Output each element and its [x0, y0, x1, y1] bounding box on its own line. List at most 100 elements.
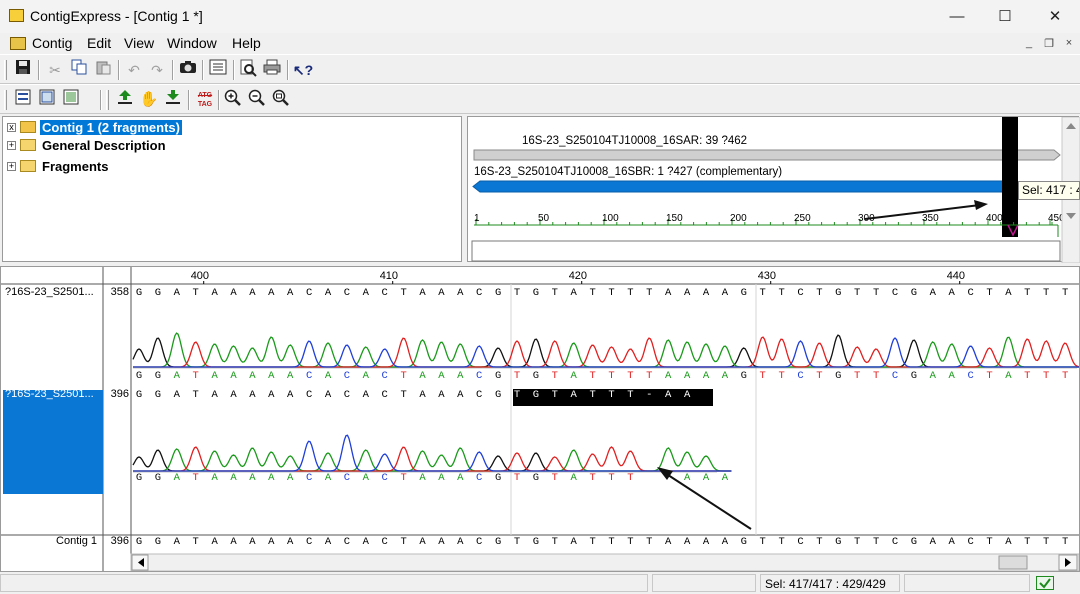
- base[interactable]: A: [174, 287, 181, 299]
- consensus-base[interactable]: G: [155, 536, 161, 548]
- called-base[interactable]: A: [230, 370, 237, 382]
- consensus-base[interactable]: A: [438, 536, 445, 548]
- base[interactable]: T: [552, 287, 558, 299]
- base[interactable]: A: [457, 287, 464, 299]
- called-base[interactable]: G: [741, 370, 747, 382]
- zoom-out-icon[interactable]: [246, 89, 268, 111]
- base[interactable]: T: [514, 389, 520, 401]
- base[interactable]: A: [438, 389, 445, 401]
- called-base[interactable]: T: [1024, 370, 1030, 382]
- consensus-base[interactable]: A: [174, 536, 181, 548]
- zoom-in-icon[interactable]: [222, 89, 244, 111]
- menu-view[interactable]: View: [124, 35, 154, 51]
- close-button[interactable]: ✕: [1032, 0, 1078, 33]
- consensus-base[interactable]: A: [930, 536, 937, 548]
- consensus-base[interactable]: T: [986, 536, 992, 548]
- called-base[interactable]: C: [306, 472, 312, 484]
- called-base[interactable]: C: [797, 370, 803, 382]
- base[interactable]: G: [155, 287, 161, 299]
- base[interactable]: T: [1062, 287, 1068, 299]
- base[interactable]: A: [268, 389, 275, 401]
- consensus-base[interactable]: C: [344, 536, 350, 548]
- called-base[interactable]: T: [552, 370, 558, 382]
- called-base[interactable]: C: [476, 472, 482, 484]
- maximize-button[interactable]: ☐: [982, 0, 1028, 33]
- print-icon[interactable]: [261, 59, 283, 81]
- called-base[interactable]: A: [722, 472, 729, 484]
- called-base[interactable]: A: [571, 370, 578, 382]
- row-name[interactable]: ?16S-23_S2501...: [5, 286, 94, 298]
- called-base[interactable]: A: [211, 370, 218, 382]
- called-base[interactable]: T: [589, 472, 595, 484]
- alignment-view[interactable]: 400 410 420 430 440 ?16S-23_S2501... 358 ?16S-2…: [0, 266, 1080, 572]
- called-base[interactable]: T: [646, 370, 652, 382]
- base[interactable]: T: [854, 287, 860, 299]
- collapse-icon[interactable]: x: [7, 123, 16, 132]
- base[interactable]: A: [949, 287, 956, 299]
- called-base[interactable]: T: [1062, 370, 1068, 382]
- called-base[interactable]: T: [816, 370, 822, 382]
- called-base[interactable]: A: [703, 472, 710, 484]
- consensus-base[interactable]: T: [608, 536, 614, 548]
- base[interactable]: C: [382, 389, 388, 401]
- view-alignment-icon[interactable]: [12, 89, 34, 111]
- consensus-base[interactable]: A: [419, 536, 426, 548]
- consensus-base[interactable]: A: [571, 536, 578, 548]
- row-name[interactable]: Contig 1: [56, 535, 97, 547]
- called-base[interactable]: A: [684, 370, 691, 382]
- consensus-base[interactable]: T: [193, 536, 199, 548]
- consensus-base[interactable]: C: [967, 536, 973, 548]
- base[interactable]: A: [230, 389, 237, 401]
- called-base[interactable]: A: [419, 370, 426, 382]
- base[interactable]: A: [930, 287, 937, 299]
- base[interactable]: T: [986, 287, 992, 299]
- properties-icon[interactable]: [207, 59, 229, 81]
- called-base[interactable]: A: [457, 370, 464, 382]
- toolbar-grip[interactable]: [106, 90, 109, 110]
- base[interactable]: C: [382, 287, 388, 299]
- base[interactable]: A: [268, 287, 275, 299]
- base[interactable]: T: [552, 389, 558, 401]
- contig-overview-map[interactable]: 16S-23_S250104TJ10008_16SAR: 39 ?462 16S…: [467, 116, 1080, 263]
- called-base[interactable]: C: [476, 370, 482, 382]
- base[interactable]: C: [476, 389, 482, 401]
- base[interactable]: A: [249, 389, 256, 401]
- cut-icon[interactable]: ✂: [44, 59, 66, 81]
- base[interactable]: A: [174, 389, 181, 401]
- base[interactable]: A: [703, 287, 710, 299]
- hand-icon[interactable]: ✋: [138, 89, 160, 111]
- base[interactable]: A: [249, 287, 256, 299]
- base[interactable]: G: [495, 287, 501, 299]
- called-base[interactable]: A: [930, 370, 937, 382]
- base[interactable]: A: [722, 287, 729, 299]
- consensus-base[interactable]: A: [722, 536, 729, 548]
- base[interactable]: C: [797, 287, 803, 299]
- consensus-base[interactable]: T: [1024, 536, 1030, 548]
- base[interactable]: T: [589, 287, 595, 299]
- consensus-base[interactable]: A: [1005, 536, 1012, 548]
- called-base[interactable]: A: [1005, 370, 1012, 382]
- called-base[interactable]: G: [495, 472, 501, 484]
- base[interactable]: A: [363, 389, 370, 401]
- consensus-base[interactable]: T: [589, 536, 595, 548]
- consensus-base[interactable]: C: [892, 536, 898, 548]
- contig-tree[interactable]: x Contig 1 (2 fragments) + General Descr…: [2, 116, 462, 262]
- called-base[interactable]: G: [136, 472, 142, 484]
- base[interactable]: A: [211, 389, 218, 401]
- base[interactable]: T: [400, 389, 406, 401]
- consensus-base[interactable]: T: [854, 536, 860, 548]
- called-base[interactable]: A: [230, 472, 237, 484]
- called-base[interactable]: T: [873, 370, 879, 382]
- base[interactable]: C: [306, 389, 312, 401]
- called-base[interactable]: G: [911, 370, 917, 382]
- expand-icon[interactable]: +: [7, 141, 16, 150]
- called-base[interactable]: A: [703, 370, 710, 382]
- mdi-minimize-button[interactable]: _: [1021, 37, 1037, 51]
- called-base[interactable]: T: [778, 370, 784, 382]
- base[interactable]: T: [873, 287, 879, 299]
- overview-hscroll[interactable]: [471, 240, 1061, 262]
- base[interactable]: T: [400, 287, 406, 299]
- consensus-base[interactable]: T: [873, 536, 879, 548]
- called-base[interactable]: T: [514, 370, 520, 382]
- consensus-base[interactable]: A: [949, 536, 956, 548]
